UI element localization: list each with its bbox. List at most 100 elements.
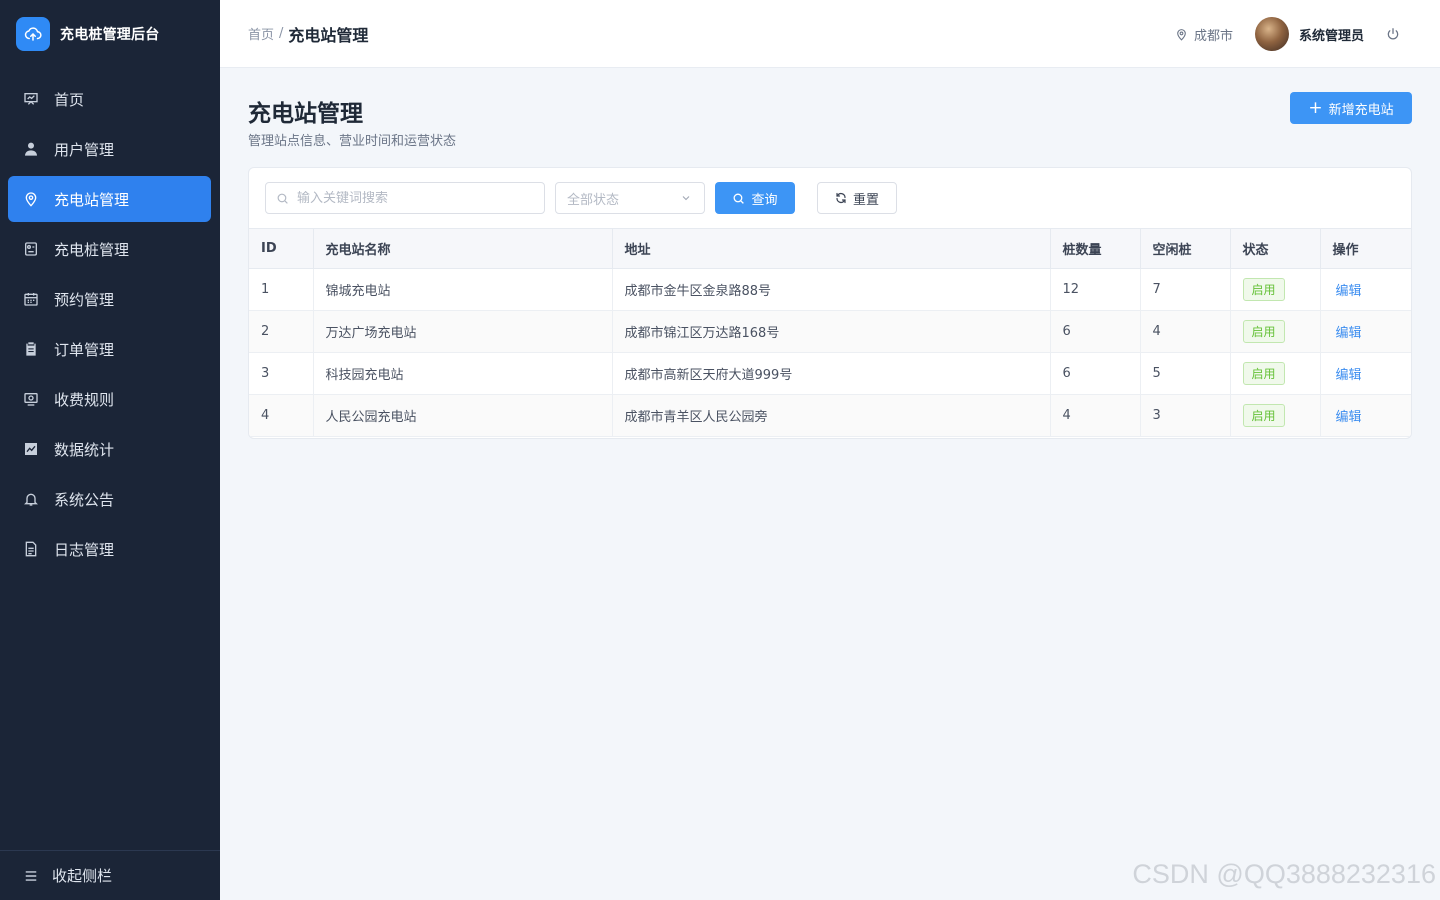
top-header: 首页 / 充电站管理 成都市 系统管理员 [220, 0, 1440, 68]
sidebar-item-logs[interactable]: 日志管理 [8, 526, 211, 572]
sidebar-item-piles[interactable]: 充电桩管理 [8, 226, 211, 272]
cell-piles: 6 [1050, 310, 1141, 353]
column-header-name[interactable]: 充电站名称 [313, 228, 613, 269]
status-badge: 启用 [1242, 404, 1285, 427]
calendar-icon [22, 290, 40, 308]
watermark: CSDN @QQ3888232316 [1132, 859, 1436, 889]
table-header-row: ID 充电站名称 地址 桩数量 空闲桩 状态 操作 [249, 228, 1411, 269]
brand: 充电桩管理后台 [0, 0, 220, 68]
sidebar-item-label: 用户管理 [54, 140, 115, 159]
cell-idle: 4 [1140, 310, 1231, 353]
table-row: 4 人民公园充电站 成都市青羊区人民公园旁 4 3 启用 编辑 [249, 394, 1411, 437]
cell-status: 启用 [1230, 268, 1321, 311]
app-title: 充电桩管理后台 [60, 27, 160, 43]
cell-actions: 编辑 [1320, 352, 1411, 395]
edit-link[interactable]: 编辑 [1336, 284, 1362, 299]
cell-id: 2 [249, 310, 314, 353]
cell-name: 万达广场充电站 [313, 310, 613, 353]
status-select[interactable]: 全部状态 [555, 182, 705, 214]
status-badge: 启用 [1242, 320, 1285, 343]
sidebar-item-home[interactable]: 首页 [8, 76, 211, 122]
table-row: 2 万达广场充电站 成都市锦江区万达路168号 6 4 启用 编辑 [249, 310, 1411, 353]
add-station-button[interactable]: + 新增充电站 [1290, 92, 1412, 124]
breadcrumb-home[interactable]: 首页 [248, 24, 274, 43]
column-header-piles[interactable]: 桩数量 [1050, 228, 1141, 269]
sidebar-item-stations[interactable]: 充电站管理 [8, 176, 211, 222]
money-icon [22, 390, 40, 408]
cloud-upload-icon [16, 17, 50, 51]
cell-status: 启用 [1230, 352, 1321, 395]
reset-button[interactable]: 重置 [817, 182, 897, 214]
status-badge: 启用 [1242, 362, 1285, 385]
cell-name: 锦城充电站 [313, 268, 613, 311]
collapse-label: 收起侧栏 [52, 867, 113, 885]
cell-address: 成都市青羊区人民公园旁 [612, 394, 1051, 437]
sidebar-item-label: 日志管理 [54, 540, 115, 559]
sidebar-nav: 首页 用户管理 充电站管理 充电桩管理 预约管理 订单管理 收费规则 数据统计 … [8, 76, 211, 576]
query-label: 查询 [751, 192, 778, 208]
query-button[interactable]: 查询 [715, 182, 795, 214]
cell-actions: 编辑 [1320, 310, 1411, 353]
city-indicator[interactable]: 成都市 [1175, 25, 1233, 44]
column-header-address[interactable]: 地址 [612, 228, 1051, 269]
cell-piles: 12 [1050, 268, 1141, 311]
search-icon [734, 193, 745, 204]
power-icon[interactable] [1386, 27, 1400, 41]
search-icon [277, 193, 288, 204]
edit-link[interactable]: 编辑 [1336, 326, 1362, 341]
sidebar-item-statistics[interactable]: 数据统计 [8, 426, 211, 472]
column-header-id[interactable]: ID [249, 228, 314, 269]
dashboard-icon [22, 90, 40, 108]
cell-name: 科技园充电站 [313, 352, 613, 395]
cell-id: 3 [249, 352, 314, 395]
user-icon [22, 140, 40, 158]
sidebar-item-label: 预约管理 [54, 290, 115, 309]
status-badge: 启用 [1242, 278, 1285, 301]
refresh-icon [836, 192, 846, 204]
cell-piles: 6 [1050, 352, 1141, 395]
sidebar-item-label: 数据统计 [54, 440, 115, 459]
collapse-sidebar-button[interactable]: 收起侧栏 [0, 850, 220, 900]
cell-idle: 3 [1140, 394, 1231, 437]
avatar[interactable] [1254, 17, 1289, 51]
sidebar-item-label: 充电站管理 [54, 190, 130, 209]
cell-actions: 编辑 [1320, 268, 1411, 311]
status-select-value: 全部状态 [567, 192, 620, 208]
charger-icon [22, 240, 40, 258]
page-subtitle: 管理站点信息、营业时间和运营状态 [248, 134, 457, 149]
sidebar-item-orders[interactable]: 订单管理 [8, 326, 211, 372]
header-actions: 成都市 系统管理员 [1175, 0, 1400, 68]
clipboard-icon [22, 340, 40, 358]
table-row: 3 科技园充电站 成都市高新区天府大道999号 6 5 启用 编辑 [249, 352, 1411, 395]
reset-label: 重置 [852, 192, 879, 208]
search-input[interactable] [297, 190, 527, 206]
edit-link[interactable]: 编辑 [1336, 368, 1362, 383]
cell-address: 成都市金牛区金泉路88号 [612, 268, 1051, 311]
location-pin-icon [1177, 28, 1186, 41]
cell-status: 启用 [1230, 310, 1321, 353]
cell-status: 启用 [1230, 394, 1321, 437]
column-header-status[interactable]: 状态 [1230, 228, 1321, 269]
sidebar-item-users[interactable]: 用户管理 [8, 126, 211, 172]
sidebar: 充电桩管理后台 首页 用户管理 充电站管理 充电桩管理 预约管理 订单管理 收费… [0, 0, 220, 900]
bell-icon [22, 490, 40, 508]
username[interactable]: 系统管理员 [1299, 25, 1364, 44]
cell-actions: 编辑 [1320, 394, 1411, 437]
filter-toolbar: 全部状态 查询 重置 [249, 168, 1411, 230]
cell-id: 4 [249, 394, 314, 437]
city-name: 成都市 [1193, 28, 1233, 44]
chevron-down-icon [682, 196, 690, 201]
sidebar-item-announcements[interactable]: 系统公告 [8, 476, 211, 522]
breadcrumb-separator: / [279, 26, 284, 41]
edit-link[interactable]: 编辑 [1336, 410, 1362, 425]
page-title: 充电站管理 [248, 101, 363, 127]
station-table: ID 充电站名称 地址 桩数量 空闲桩 状态 操作 1 锦城充电站 成都市金牛区… [249, 228, 1411, 437]
sidebar-item-pricing[interactable]: 收费规则 [8, 376, 211, 422]
search-box[interactable] [265, 182, 545, 214]
sidebar-item-reservations[interactable]: 预约管理 [8, 276, 211, 322]
sidebar-item-label: 系统公告 [54, 490, 115, 509]
sidebar-item-label: 充电桩管理 [54, 240, 130, 259]
cell-address: 成都市锦江区万达路168号 [612, 310, 1051, 353]
cell-piles: 4 [1050, 394, 1141, 437]
column-header-idle[interactable]: 空闲桩 [1140, 228, 1231, 269]
